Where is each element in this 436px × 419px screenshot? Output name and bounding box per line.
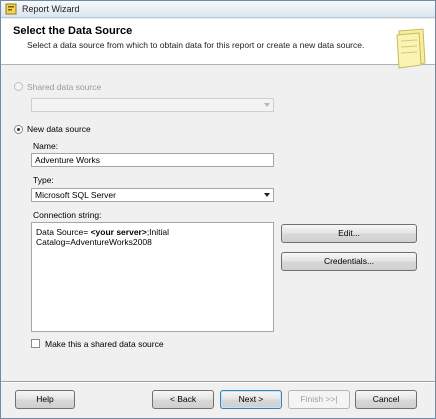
connection-string-input[interactable]: Data Source= <your server>;Initial Catal… [31,222,274,332]
shared-data-source-label: Shared data source [27,82,102,92]
help-button[interactable]: Help [15,390,75,409]
new-data-source-label: New data source [27,124,91,134]
report-wizard-icon [5,3,17,15]
wizard-header: Select the Data Source Select a data sou… [1,19,435,69]
type-select[interactable]: Microsoft SQL Server [31,188,274,202]
page-description: Select a data source from which to obtai… [27,40,365,50]
page-title: Select the Data Source [13,25,133,37]
shared-data-source-select[interactable] [31,98,274,112]
name-label: Name: [33,141,59,151]
report-wizard-window: Report Wizard Select the Data Source Sel… [0,0,436,419]
notepad-icon [396,28,426,69]
back-button[interactable]: < Back [152,390,214,409]
shared-data-source-radio[interactable] [14,82,23,91]
connection-string-label: Connection string: [33,210,102,220]
credentials-button[interactable]: Credentials... [281,252,417,271]
name-input[interactable]: Adventure Works [31,153,274,167]
shared-data-source-checkbox-label: Make this a shared data source [45,339,164,349]
shared-data-source-checkbox[interactable] [31,339,40,348]
edit-button[interactable]: Edit... [281,224,417,243]
next-button[interactable]: Next > [220,390,282,409]
cancel-button[interactable]: Cancel [355,390,417,409]
type-label: Type: [33,175,54,185]
chevron-down-icon [261,189,273,201]
conn-prefix: Data Source= [36,227,91,237]
finish-button[interactable]: Finish >>| [288,390,350,409]
type-select-value: Microsoft SQL Server [35,190,116,200]
conn-server: <your server> [90,227,147,237]
new-data-source-radio[interactable] [14,125,23,134]
window-title: Report Wizard [22,4,80,14]
chevron-down-icon [261,99,273,111]
title-bar: Report Wizard [1,1,435,18]
footer-divider [1,381,435,383]
